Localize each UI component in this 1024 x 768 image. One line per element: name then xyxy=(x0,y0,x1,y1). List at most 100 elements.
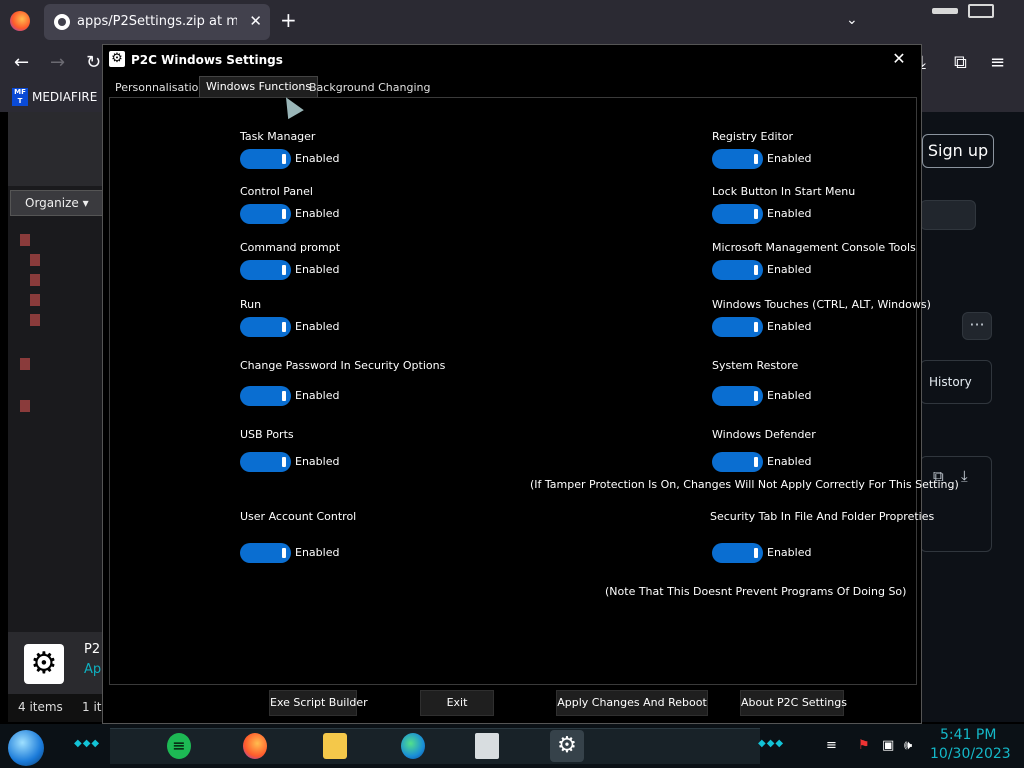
tab-windows-functions[interactable]: Windows Functions xyxy=(199,76,319,98)
more-options-icon[interactable]: ··· xyxy=(962,312,992,340)
security-tab-toggle[interactable] xyxy=(712,543,763,563)
toggle-state: Enabled xyxy=(295,207,340,220)
window-minimize-button[interactable] xyxy=(932,8,958,14)
selected-file-type: Ap xyxy=(84,662,102,677)
extensions-icon[interactable]: ⧉ xyxy=(954,52,967,73)
exe-script-builder-button[interactable]: Exe Script Builder xyxy=(269,690,368,716)
file-explorer-icon[interactable] xyxy=(318,730,352,762)
setting-label: Task Manager xyxy=(240,130,316,143)
tab-personnalisation[interactable]: Personnalisation xyxy=(109,78,211,98)
windows-defender-toggle[interactable] xyxy=(712,452,763,472)
network-icon[interactable]: ▣ xyxy=(882,738,894,753)
github-page: Sign up ··· History ⧉ ⤓ xyxy=(920,112,1024,722)
browser-tab-title: apps/P2Settings.zip at main · c xyxy=(77,14,237,29)
run-toggle[interactable] xyxy=(240,317,291,337)
toggle-knob xyxy=(282,209,286,219)
setting-label: System Restore xyxy=(712,359,799,372)
forward-icon[interactable]: → xyxy=(50,52,65,73)
toggle-state: Enabled xyxy=(767,389,812,402)
start-button[interactable] xyxy=(8,730,44,766)
setting-label: Windows Touches (CTRL, ALT, Windows) xyxy=(712,298,931,311)
sign-up-button[interactable]: Sign up xyxy=(922,134,994,168)
folder-glyph xyxy=(323,733,347,759)
file-explorer-window: Organize ▾ ⚙ P2 Ap 4 items 1 ite xyxy=(8,112,109,722)
edge-icon[interactable] xyxy=(396,730,430,762)
folder-icon xyxy=(20,358,30,370)
toggle-knob xyxy=(282,457,286,467)
news-icon[interactable] xyxy=(470,730,504,762)
bookmark-mediafire[interactable]: MEDIAFIRE R xyxy=(32,90,104,104)
new-tab-button[interactable]: + xyxy=(280,9,297,31)
folder-icon xyxy=(20,234,30,246)
firefox-icon[interactable] xyxy=(10,11,30,31)
toggle-knob xyxy=(282,265,286,275)
settings-icon[interactable]: ⚙ xyxy=(550,730,584,762)
browser-tab[interactable]: apps/P2Settings.zip at main · c ✕ xyxy=(44,4,270,40)
windows-touches-toggle[interactable] xyxy=(712,317,763,337)
clock-date[interactable]: 10/30/2023 xyxy=(930,746,1011,762)
clock-time[interactable]: 5:41 PM xyxy=(940,727,996,743)
flag-alert-icon[interactable]: ⚑ xyxy=(858,738,870,753)
browser-tab-bar: apps/P2Settings.zip at main · c ✕ + ⌄ xyxy=(0,0,1024,44)
mmc-tools-toggle[interactable] xyxy=(712,260,763,280)
registry-editor-toggle[interactable] xyxy=(712,149,763,169)
close-icon[interactable]: ✕ xyxy=(889,49,909,69)
toggle-state: Enabled xyxy=(767,320,812,333)
back-icon[interactable]: ← xyxy=(14,52,29,73)
gear-icon: ⚙ xyxy=(557,733,577,758)
setting-label: Lock Button In Start Menu xyxy=(712,185,856,198)
gear-icon: ⚙ xyxy=(109,51,125,67)
menu-icon[interactable]: ≡ xyxy=(990,52,1005,73)
setting-label: Run xyxy=(240,298,262,311)
setting-label: Command prompt xyxy=(240,241,341,254)
explorer-toolbar xyxy=(8,112,104,186)
usb-ports-toggle[interactable] xyxy=(240,452,291,472)
history-button[interactable]: History xyxy=(920,360,992,404)
show-hidden-icons-icon[interactable]: ≡ xyxy=(826,738,837,753)
edge-glyph xyxy=(401,733,425,759)
volume-icon[interactable]: 🕪 xyxy=(904,738,912,753)
command-prompt-toggle[interactable] xyxy=(240,260,291,280)
setting-label: Windows Defender xyxy=(712,428,816,441)
toggle-state: Enabled xyxy=(295,389,340,402)
tab-close-icon[interactable]: ✕ xyxy=(249,12,262,30)
reload-icon[interactable]: ↻ xyxy=(86,52,101,73)
firefox-icon[interactable] xyxy=(238,730,272,762)
change-password-toggle[interactable] xyxy=(240,386,291,406)
dialog-title-bar[interactable]: ⚙ P2C Windows Settings ✕ xyxy=(103,45,921,75)
setting-label: Registry Editor xyxy=(712,130,794,143)
taskbar-deco-icon: ◆◆◆ xyxy=(758,738,785,749)
toggle-knob xyxy=(282,391,286,401)
branch-dropdown[interactable] xyxy=(920,200,976,230)
folder-icon xyxy=(30,314,40,326)
github-icon xyxy=(54,14,70,30)
apply-and-reboot-button[interactable]: Apply Changes And Reboot xyxy=(556,690,708,716)
lock-button-toggle[interactable] xyxy=(712,204,763,224)
organize-button[interactable]: Organize ▾ xyxy=(10,190,104,216)
uac-toggle[interactable] xyxy=(240,543,291,563)
explorer-status-bar: 4 items 1 ite xyxy=(8,694,109,722)
toggle-state: Enabled xyxy=(767,263,812,276)
news-glyph xyxy=(475,733,499,759)
folder-icon xyxy=(30,274,40,286)
toggle-knob xyxy=(754,391,758,401)
toggle-state: Enabled xyxy=(295,455,340,468)
toggle-state: Enabled xyxy=(767,546,812,559)
toggle-knob xyxy=(754,265,758,275)
exit-button[interactable]: Exit xyxy=(420,690,494,716)
about-button[interactable]: About P2C Settings xyxy=(740,690,847,716)
spotify-icon[interactable]: ≡ xyxy=(162,730,196,762)
item-count: 4 items xyxy=(18,700,63,714)
tab-background-changing[interactable]: Background Changing xyxy=(303,78,436,98)
toggle-knob xyxy=(754,209,758,219)
explorer-nav-tree[interactable] xyxy=(16,230,102,430)
folder-icon xyxy=(30,294,40,306)
setting-label: User Account Control xyxy=(240,510,357,523)
system-restore-toggle[interactable] xyxy=(712,386,763,406)
control-panel-toggle[interactable] xyxy=(240,204,291,224)
task-manager-toggle[interactable] xyxy=(240,149,291,169)
download-icon[interactable]: ⤓ xyxy=(961,467,968,485)
window-maximize-button[interactable] xyxy=(968,4,994,18)
security-tab-note: (Note That This Doesnt Prevent Programs … xyxy=(605,585,907,598)
tab-list-chevron-icon[interactable]: ⌄ xyxy=(846,12,858,28)
